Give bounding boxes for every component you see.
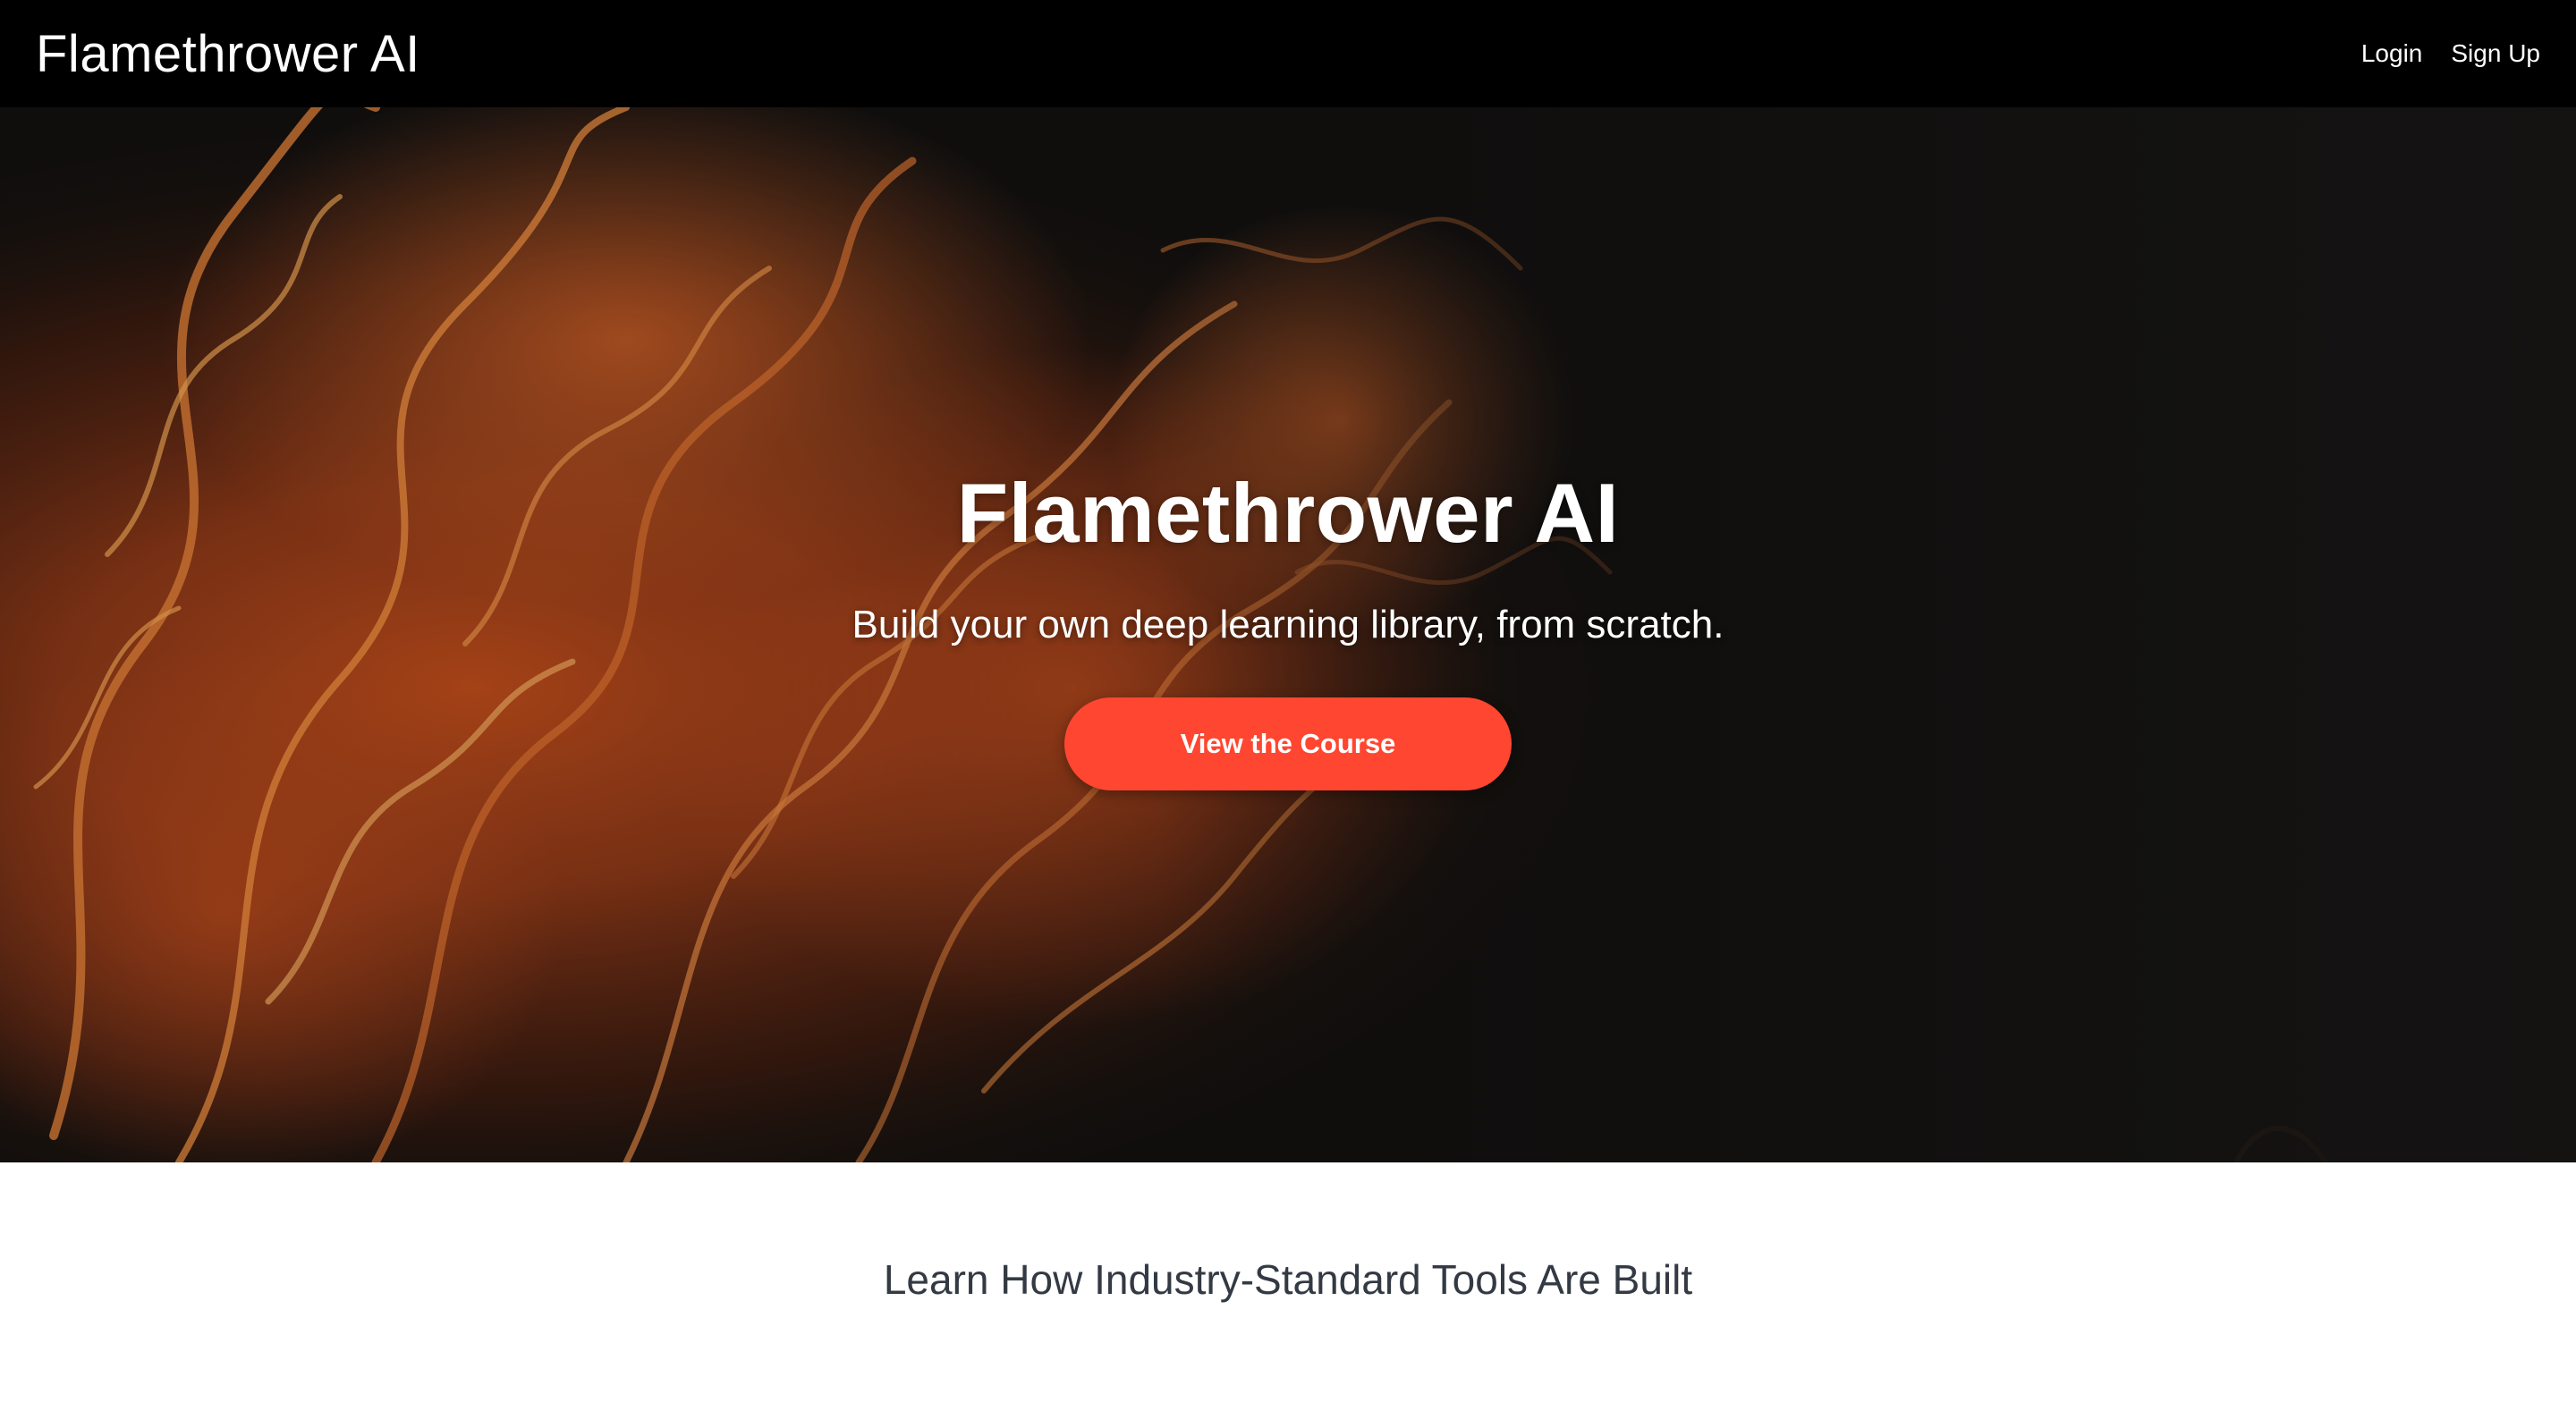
section-title: Learn How Industry-Standard Tools Are Bu… [883,1256,1693,1303]
page: Flamethrower AI Login Sign Up Flamethrow… [0,0,2576,1411]
top-navbar: Flamethrower AI Login Sign Up [0,0,2576,107]
nav-links: Login Sign Up [2361,39,2540,68]
hero-section: Flamethrower AI Build your own deep lear… [0,107,2576,1162]
features-section: Learn How Industry-Standard Tools Are Bu… [0,1162,2576,1411]
login-link[interactable]: Login [2361,39,2423,68]
hero-title: Flamethrower AI [956,466,1620,560]
sign-up-link[interactable]: Sign Up [2451,39,2540,68]
hero-subtitle: Build your own deep learning library, fr… [852,603,1724,646]
brand-logo-link[interactable]: Flamethrower AI [36,24,420,84]
view-course-button[interactable]: View the Course [1064,697,1512,790]
hero-content: Flamethrower AI Build your own deep lear… [0,465,2576,790]
